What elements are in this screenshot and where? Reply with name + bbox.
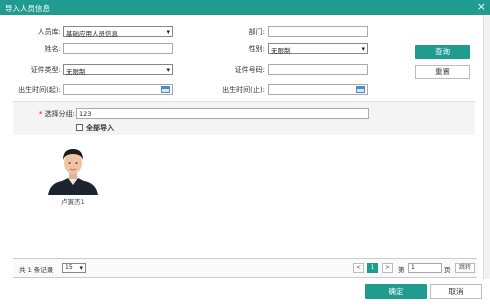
gender-label: 性别: [248, 45, 265, 53]
goto-prefix: 第 [398, 266, 405, 274]
dialog-titlebar: 导入人员信息 × [0, 0, 490, 15]
chevron-down-icon: ▾ [166, 28, 170, 36]
id-number-label: 证件号码: [234, 66, 265, 74]
person-photo [44, 145, 102, 195]
dialog-footer: 确定 取消 [0, 279, 490, 308]
ok-button[interactable]: 确定 [365, 284, 427, 299]
id-type-value: 无限制 [66, 68, 86, 76]
total-records: 共 1 条记录 [19, 266, 54, 274]
person-db-value: 基础应用人员信息 [66, 30, 118, 38]
page-size-select[interactable]: 15 ▾ [62, 263, 86, 273]
group-field[interactable]: 123 [76, 108, 369, 119]
birth-start-field[interactable] [63, 84, 173, 95]
id-type-label: 证件类型: [30, 66, 61, 74]
prev-page-button[interactable]: < [353, 263, 364, 273]
gender-value: 无限制 [271, 47, 291, 55]
group-label: * 选择分组: [27, 109, 75, 119]
import-all-label: 全部导入 [86, 124, 114, 132]
department-label: 部门: [248, 28, 265, 36]
chevron-down-icon: ▾ [166, 66, 170, 74]
id-type-select[interactable]: 无限制 ▾ [63, 64, 173, 76]
person-db-select[interactable]: 基础应用人员信息 ▾ [63, 26, 173, 38]
cancel-button[interactable]: 取消 [430, 284, 482, 299]
page-size-value: 15 [65, 264, 73, 271]
name-field[interactable] [63, 43, 173, 54]
pagination: 共 1 条记录 15 ▾ < 1 > 第 1 页 跳转 [13, 258, 477, 278]
import-all-checkbox[interactable] [76, 124, 83, 131]
group-section: * 选择分组: 123 全部导入 [13, 101, 475, 135]
chevron-down-icon: ▾ [361, 45, 365, 53]
birth-start-label: 出生时间(起): [18, 86, 61, 94]
scrollbar[interactable] [483, 15, 490, 279]
gender-select[interactable]: 无限制 ▾ [268, 43, 368, 55]
close-icon[interactable]: × [477, 1, 486, 13]
chevron-down-icon: ▾ [79, 264, 83, 272]
goto-suffix: 页 [444, 266, 451, 274]
jump-button[interactable]: 跳转 [455, 263, 475, 273]
person-card[interactable]: 卢寅杰1 [41, 145, 105, 206]
next-page-button[interactable]: > [382, 263, 393, 273]
current-page-button[interactable]: 1 [367, 263, 378, 273]
calendar-icon[interactable] [356, 86, 365, 93]
query-button[interactable]: 查询 [415, 45, 470, 59]
calendar-icon[interactable] [161, 86, 170, 93]
birth-end-label: 出生时间(止): [222, 86, 265, 94]
person-name: 卢寅杰1 [61, 198, 85, 206]
person-db-label: 人员库: [37, 28, 61, 36]
name-label: 姓名: [44, 45, 61, 53]
dialog-title: 导入人员信息 [5, 4, 50, 13]
reset-button[interactable]: 重置 [415, 65, 470, 79]
birth-end-field[interactable] [268, 84, 368, 95]
goto-page-field[interactable]: 1 [408, 263, 442, 273]
group-label-text: 选择分组: [44, 110, 75, 118]
department-field[interactable] [268, 26, 368, 37]
person-results: 卢寅杰1 [13, 137, 477, 257]
id-number-field[interactable] [268, 64, 368, 75]
